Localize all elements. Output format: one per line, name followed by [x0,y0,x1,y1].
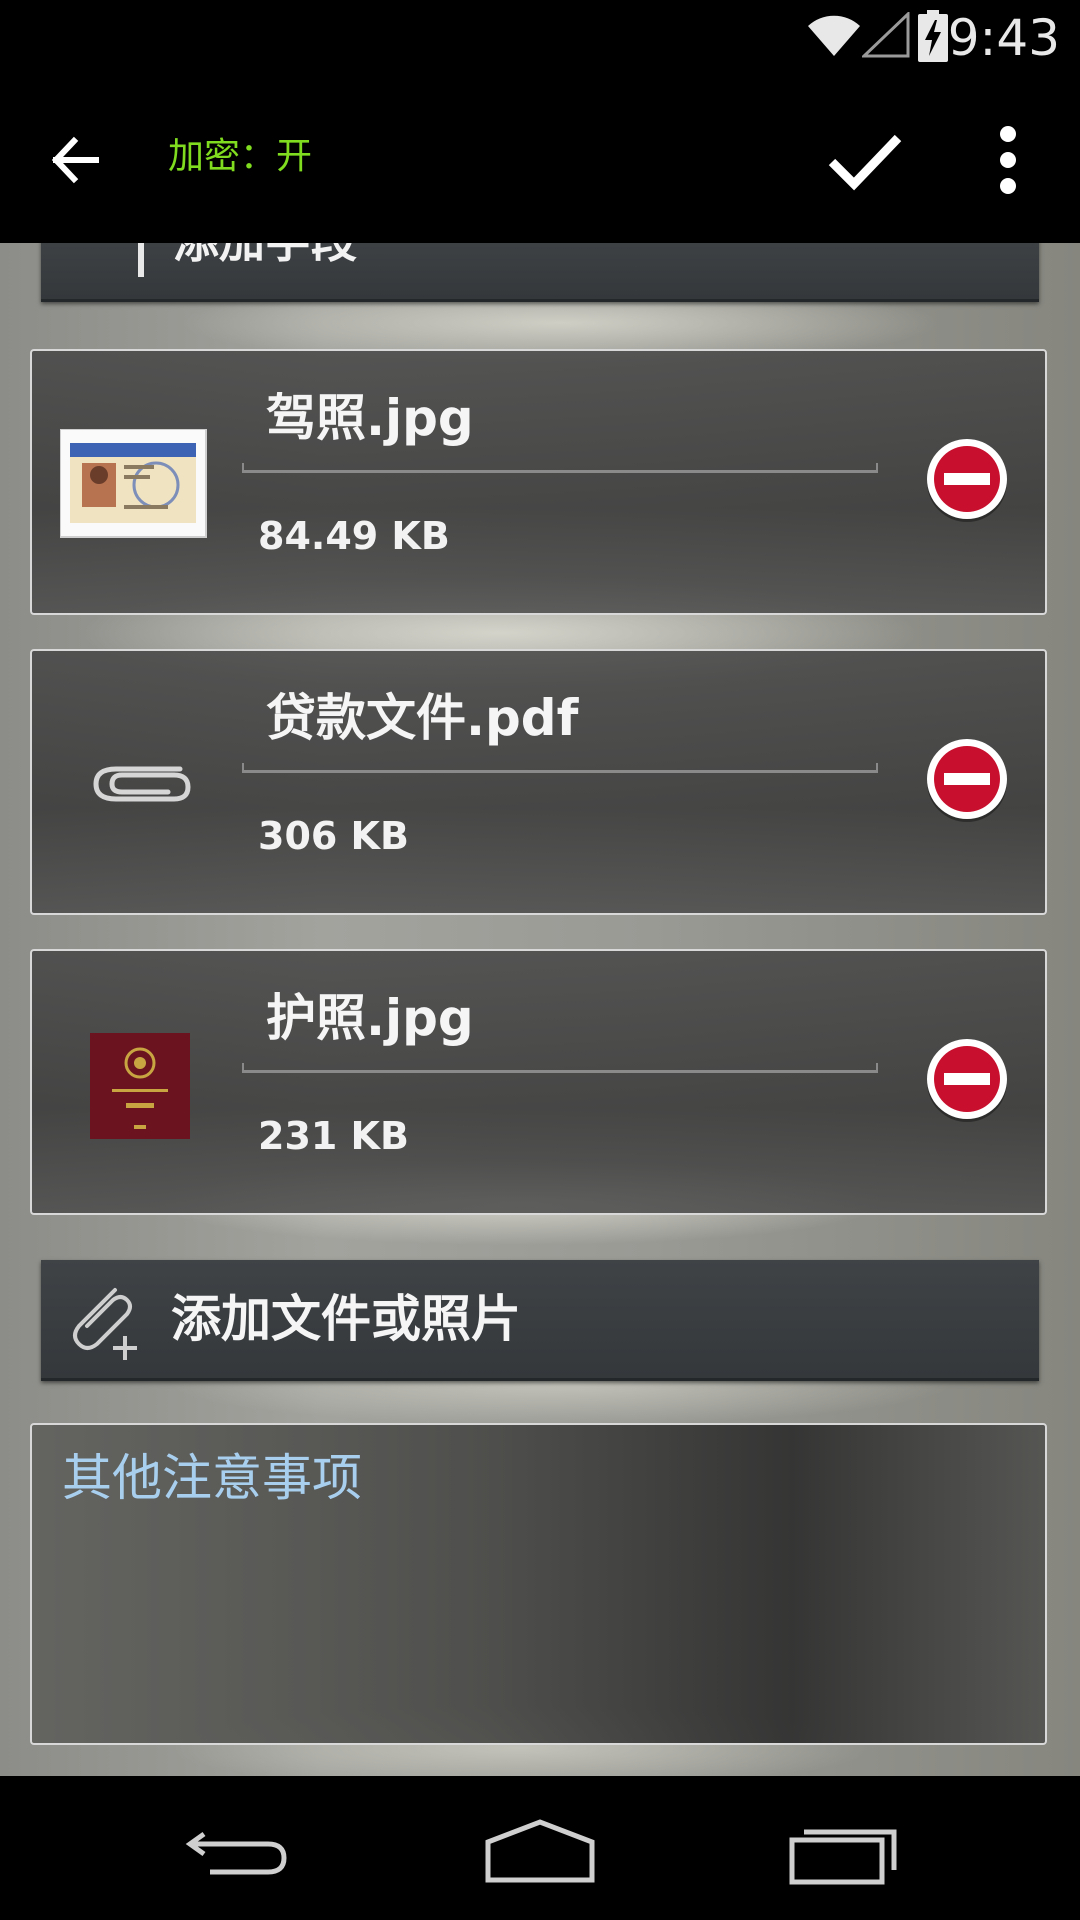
battery-charging-icon [918,10,948,62]
encryption-status[interactable]: 加密：开 [168,135,312,179]
nav-home-button[interactable] [480,1816,600,1886]
add-field-button[interactable]: 添加字段 [41,243,1039,302]
nav-back-icon [185,1831,287,1875]
action-bar: 加密：开 [0,75,1080,243]
overflow-menu-button[interactable] [990,120,1030,200]
attachment-size: 84.49 KB [258,514,450,558]
attachment-name[interactable]: 护照.jpg [266,987,474,1049]
add-field-label: 添加字段 [173,243,357,271]
back-arrow-icon [51,136,99,184]
add-attachment-label: 添加文件或照片 [171,1290,521,1348]
confirm-button[interactable] [820,120,910,200]
paperclip-icon [93,766,191,802]
attachment-size: 231 KB [258,1114,409,1158]
checkmark-icon [828,134,902,191]
add-attachment-button[interactable]: 添加文件或照片 [41,1260,1039,1381]
nav-back-button[interactable] [180,1816,300,1886]
overflow-menu-icon [1000,126,1016,194]
passport-thumbnail [90,1033,190,1139]
remove-attachment-button[interactable] [924,1037,1010,1123]
plus-icon [138,243,144,277]
nav-recents-icon [789,1829,897,1885]
back-button[interactable] [44,125,124,195]
attachment-name-underline [242,463,878,473]
attachment-size: 306 KB [258,814,409,858]
navigation-bar [0,1776,1080,1920]
remove-attachment-button[interactable] [924,737,1010,823]
content-area[interactable]: 添加字段 驾照.jpg 84.49 KB [0,243,1080,1776]
attachment-name[interactable]: 驾照.jpg [266,387,474,449]
paperclip-plus-icon [73,1288,137,1360]
drivers-license-thumbnail [60,429,207,538]
notes-field[interactable]: 其他注意事项 [30,1423,1047,1745]
attachment-card: 驾照.jpg 84.49 KB [30,349,1047,615]
attachment-card: 贷款文件.pdf 306 KB [30,649,1047,915]
nav-recents-button[interactable] [786,1812,906,1888]
attachment-name-underline [242,763,878,773]
cell-signal-icon [862,12,910,58]
wifi-icon [808,15,860,57]
attachment-card: 护照.jpg 231 KB [30,949,1047,1215]
attachment-name[interactable]: 贷款文件.pdf [266,687,578,749]
attachment-name-underline [242,1063,878,1073]
notes-placeholder: 其他注意事项 [62,1449,362,1507]
status-time: 9:43 [947,9,1060,67]
status-bar: 9:43 [0,0,1080,75]
screen: 9:43 加密：开 添加字段 [0,0,1080,1920]
nav-home-icon [485,1819,595,1883]
remove-attachment-button[interactable] [924,437,1010,523]
